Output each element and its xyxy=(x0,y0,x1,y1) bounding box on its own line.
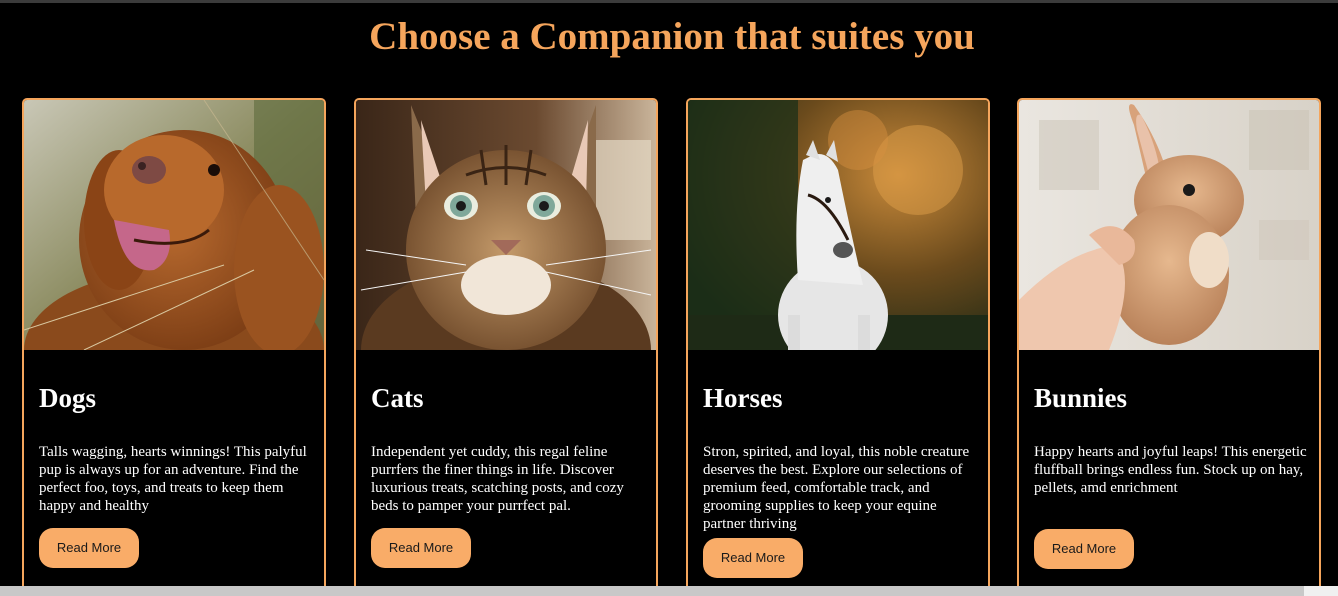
card-title: Cats xyxy=(371,383,424,413)
card-title: Bunnies xyxy=(1034,383,1128,413)
bunny-photo xyxy=(1019,100,1319,350)
card-title: Dogs xyxy=(39,383,97,413)
companion-card-dogs: Dogs Talls wagging, hearts winnings! Thi… xyxy=(22,98,326,596)
scrollbar-end xyxy=(1304,586,1338,596)
companion-card-bunnies: Bunnies Happy hearts and joyful leaps! T… xyxy=(1017,98,1321,596)
horse-photo xyxy=(688,100,988,350)
read-more-button[interactable]: Read More xyxy=(703,538,803,578)
card-description: Stron, spirited, and loyal, this noble c… xyxy=(703,444,970,532)
read-more-button[interactable]: Read More xyxy=(1034,529,1134,569)
card-description: Happy hearts and joyful leaps! This ener… xyxy=(1034,444,1307,496)
horizontal-scrollbar[interactable] xyxy=(0,586,1338,596)
dog-photo xyxy=(24,100,324,350)
card-title: Horses xyxy=(703,383,783,413)
card-description: Talls wagging, hearts winnings! This pal… xyxy=(39,444,307,514)
card-description: Independent yet cuddy, this regal feline… xyxy=(371,444,624,514)
cat-photo xyxy=(356,100,656,350)
read-more-button[interactable]: Read More xyxy=(39,528,139,568)
window-top-border xyxy=(0,0,1338,3)
page-title: Choose a Companion that suites you xyxy=(369,15,975,58)
companion-card-cats: Cats Independent yet cuddy, this regal f… xyxy=(354,98,658,596)
read-more-button[interactable]: Read More xyxy=(371,528,471,568)
companion-card-horses: Horses Stron, spirited, and loyal, this … xyxy=(686,98,990,596)
